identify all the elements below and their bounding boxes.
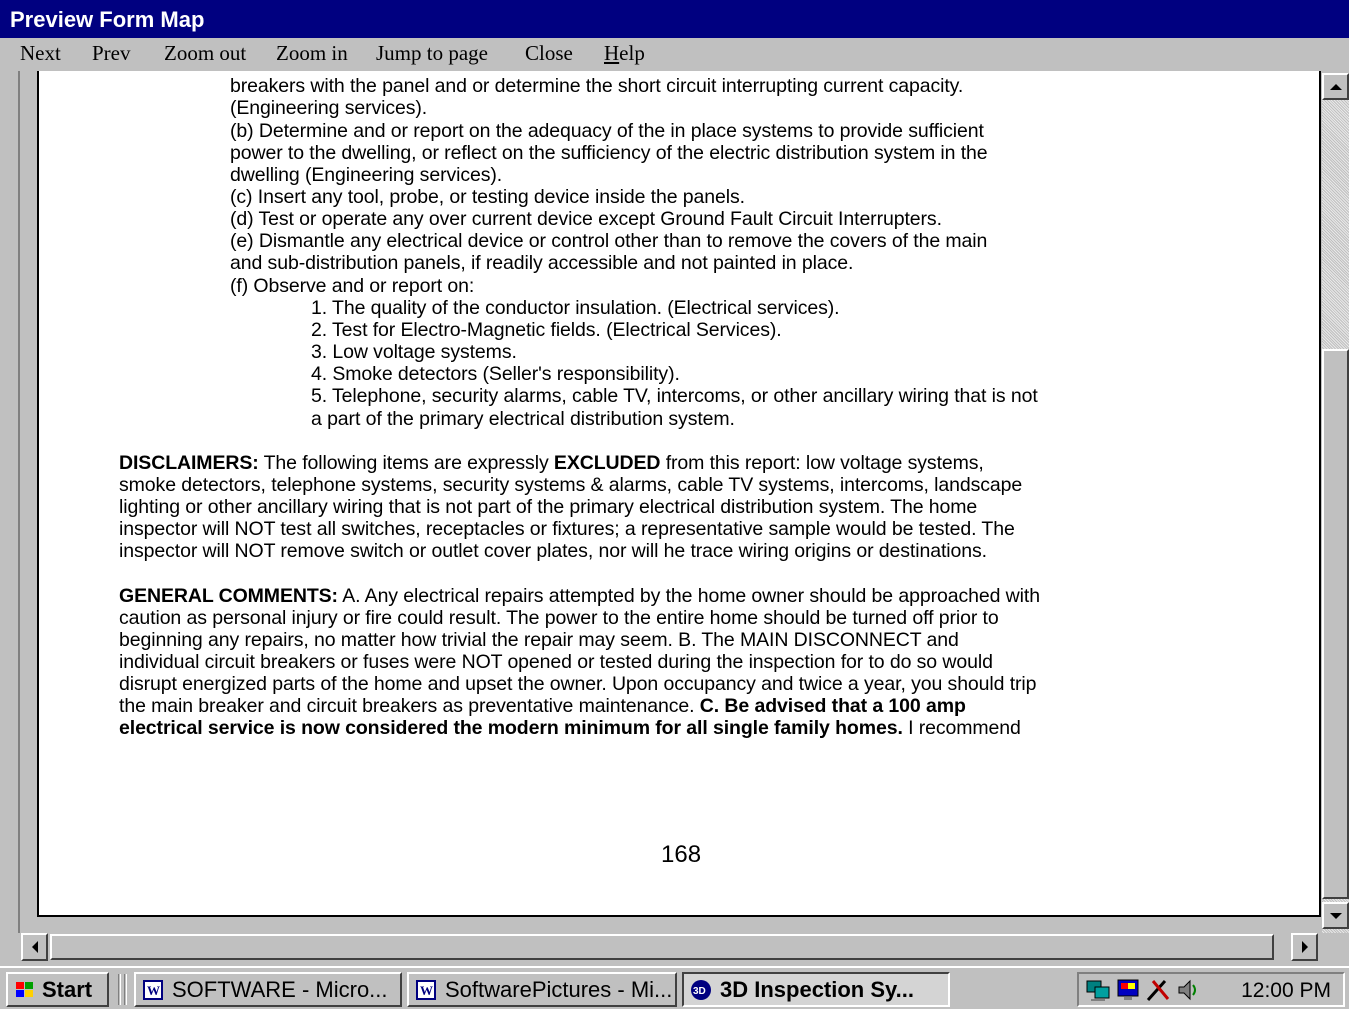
taskbar-button-label: SoftwarePictures - Mi... <box>445 977 673 1002</box>
taskbar-button-softwarepictures[interactable]: W SoftwarePictures - Mi... <box>407 972 677 1007</box>
word-document-icon: W <box>143 980 163 1000</box>
disclaimers-heading: DISCLAIMERS: <box>119 452 259 474</box>
svg-text:W: W <box>420 983 433 998</box>
svg-text:W: W <box>147 983 160 998</box>
general-comments-line: the main breaker and circuit breakers as… <box>119 695 966 717</box>
doc-list-item: 4. Smoke detectors (Seller's responsibil… <box>311 363 680 385</box>
doc-line: (d) Test or operate any over current dev… <box>230 208 942 230</box>
document-content: breakers with the panel and or determine… <box>39 71 1319 915</box>
page-number: 168 <box>661 841 702 868</box>
menu-zoom-in[interactable]: Zoom in <box>276 41 348 66</box>
general-comments-emphasis: electrical service is now considered the… <box>119 717 903 739</box>
word-document-icon: W <box>416 980 436 1000</box>
doc-line: dwelling (Engineering services). <box>230 164 503 186</box>
general-comments-line: electrical service is now considered the… <box>119 717 1021 739</box>
general-comments-line: individual circuit breakers or fuses wer… <box>119 651 993 673</box>
start-label: Start <box>42 977 93 1002</box>
system-tray: 12:00 PM <box>1077 972 1345 1007</box>
doc-line: (Engineering services). <box>230 97 428 119</box>
general-comments-line: caution as personal injury or fire could… <box>119 607 999 629</box>
preview-frame: breakers with the panel and or determine… <box>8 71 1349 933</box>
doc-line: (e) Dismantle any electrical device or c… <box>230 230 988 252</box>
doc-line: breakers with the panel and or determine… <box>230 75 964 97</box>
menu-close[interactable]: Close <box>525 41 573 66</box>
disclaimers-line: smoke detectors, telephone systems, secu… <box>119 474 1023 496</box>
vertical-scrollbar[interactable] <box>1322 73 1349 933</box>
menu-prev[interactable]: Prev <box>92 41 131 66</box>
network-icon[interactable] <box>1085 977 1111 1003</box>
menu-help[interactable]: Help <box>604 41 645 66</box>
general-comments-line: disrupt energized parts of the home and … <box>119 673 1037 695</box>
taskbar-button-label: 3D Inspection Sy... <box>720 977 914 1002</box>
general-comments-line: beginning any repairs, no matter how tri… <box>119 629 959 651</box>
general-comments-text: I recommend <box>902 717 1021 739</box>
svg-text:3D: 3D <box>693 986 706 997</box>
vertical-scroll-thumb[interactable] <box>1322 349 1349 899</box>
taskbar-button-3d-inspection[interactable]: 3D 3D Inspection Sy... <box>682 972 950 1007</box>
doc-line: power to the dwelling, or reflect on the… <box>230 142 988 164</box>
windows-logo-icon <box>16 982 33 997</box>
doc-list-item: a part of the primary electrical distrib… <box>311 408 735 430</box>
general-comments-emphasis: C. Be advised that a 100 amp <box>699 695 966 717</box>
scroll-right-button[interactable] <box>1291 933 1318 961</box>
disclaimers-line: inspector will NOT remove switch or outl… <box>119 540 987 562</box>
general-comments-text: the main breaker and circuit breakers as… <box>119 695 700 717</box>
clock[interactable]: 12:00 PM <box>1241 979 1331 1003</box>
general-comments-text: A. Any electrical repairs attempted by t… <box>337 585 1040 607</box>
disclaimers-text: from this report: low voltage systems, <box>660 452 984 474</box>
arrow-right-icon <box>1301 941 1308 953</box>
doc-line: (c) Insert any tool, probe, or testing d… <box>230 186 745 208</box>
horizontal-scrollbar[interactable] <box>21 933 1322 961</box>
doc-list-item: 5. Telephone, security alarms, cable TV,… <box>311 385 1038 407</box>
arrow-down-icon <box>1329 912 1342 919</box>
taskbar: Start W SOFTWARE - Micro... W SoftwarePi… <box>0 966 1349 1009</box>
3d-inspection-app-icon: 3D <box>691 980 711 1000</box>
display-settings-icon[interactable] <box>1115 977 1141 1003</box>
disclaimers-line: inspector will NOT test all switches, re… <box>119 518 1015 540</box>
scroll-left-button[interactable] <box>21 933 48 961</box>
general-comments-first-line: GENERAL COMMENTS: A. Any electrical repa… <box>119 585 1040 607</box>
start-button[interactable]: Start <box>6 972 109 1007</box>
horizontal-scroll-thumb[interactable] <box>50 934 1274 960</box>
taskbar-button-software[interactable]: W SOFTWARE - Micro... <box>134 972 402 1007</box>
title-bar[interactable]: Preview Form Map <box>0 0 1349 38</box>
volume-icon[interactable] <box>1175 977 1201 1003</box>
arrow-left-icon <box>31 941 38 953</box>
scroll-down-button[interactable] <box>1322 902 1349 929</box>
disclaimers-line: lighting or other ancillary wiring that … <box>119 496 978 518</box>
arrow-up-icon <box>1329 83 1342 90</box>
disclaimers-text: The following items are expressly <box>258 452 554 474</box>
doc-list-item: 1. The quality of the conductor insulati… <box>311 297 840 319</box>
taskbar-divider <box>118 974 121 1005</box>
window-title: Preview Form Map <box>10 7 205 32</box>
document-page: breakers with the panel and or determine… <box>37 71 1321 917</box>
menu-jump-to-page[interactable]: Jump to page <box>376 41 488 66</box>
disclaimers-first-line: DISCLAIMERS: The following items are exp… <box>119 452 984 474</box>
menu-bar: Next Prev Zoom out Zoom in Jump to page … <box>0 38 1349 71</box>
doc-line: and sub-distribution panels, if readily … <box>230 252 854 274</box>
doc-list-item: 2. Test for Electro-Magnetic fields. (El… <box>311 319 782 341</box>
disclaimers-excluded: EXCLUDED <box>553 452 661 474</box>
scroll-up-button[interactable] <box>1322 73 1349 100</box>
menu-help-label: elp <box>619 41 645 65</box>
menu-help-accelerator: H <box>604 41 620 65</box>
doc-line: (b) Determine and or report on the adequ… <box>230 120 984 142</box>
tools-icon[interactable] <box>1145 977 1171 1003</box>
taskbar-divider <box>124 974 127 1005</box>
menu-zoom-out[interactable]: Zoom out <box>164 41 246 66</box>
general-comments-heading: GENERAL COMMENTS: <box>119 585 338 607</box>
taskbar-button-label: SOFTWARE - Micro... <box>172 977 388 1002</box>
doc-line: (f) Observe and or report on: <box>230 275 475 297</box>
menu-next[interactable]: Next <box>20 41 61 66</box>
doc-list-item: 3. Low voltage systems. <box>311 341 517 363</box>
